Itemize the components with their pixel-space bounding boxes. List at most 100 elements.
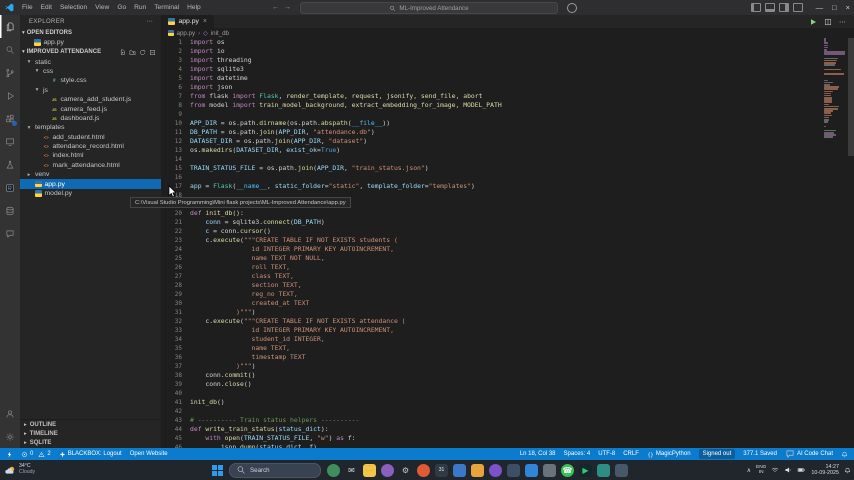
code-line[interactable]: 35 name TEXT,	[161, 344, 820, 353]
start-button[interactable]	[212, 465, 223, 476]
code-line[interactable]: 16	[161, 173, 820, 182]
status-ln-18-col-38[interactable]: Ln 18, Col 38	[520, 451, 556, 457]
taskbar-search[interactable]: Search	[229, 463, 321, 478]
code-line[interactable]: 3import threading	[161, 56, 820, 65]
taskbar-app-dev-tool[interactable]	[543, 464, 556, 477]
activitybar-blackbox-ai-icon[interactable]	[0, 176, 20, 199]
code-line[interactable]: 23 c.execute("""CREATE TABLE IF NOT EXIS…	[161, 236, 820, 245]
taskbar-app-browser[interactable]	[417, 464, 430, 477]
tree-item-camera-feed-js[interactable]: JScamera_feed.js	[20, 104, 161, 113]
code-line[interactable]: 22 c = conn.cursor()	[161, 227, 820, 236]
activitybar-source-control-icon[interactable]	[0, 61, 20, 84]
code-line[interactable]: 42	[161, 407, 820, 416]
code-line[interactable]: 32 c.execute("""CREATE TABLE IF NOT EXIS…	[161, 317, 820, 326]
code-line[interactable]: 12DATASET_DIR = os.path.join(APP_DIR, "d…	[161, 137, 820, 146]
code-line[interactable]: 30 created_at TEXT	[161, 299, 820, 308]
wifi-icon[interactable]	[771, 466, 779, 474]
activitybar-database-icon[interactable]	[0, 199, 20, 222]
activitybar-account-icon[interactable]	[0, 402, 20, 425]
tray-chevron-icon[interactable]: ∧	[747, 467, 751, 474]
sidebar-section-timeline[interactable]: ▸TIMELINE	[20, 429, 161, 438]
tree-item-add-student-html[interactable]: <>add_student.html	[20, 133, 161, 142]
code-line[interactable]: 17app = Flask(__name__, static_folder="s…	[161, 182, 820, 191]
code-line[interactable]: 24 id INTEGER PRIMARY KEY AUTOINCREMENT,	[161, 245, 820, 254]
code-line[interactable]: 8from model import train_model_backgroun…	[161, 101, 820, 110]
taskbar-app-capcut[interactable]	[525, 464, 538, 477]
menu-go[interactable]: Go	[113, 0, 130, 15]
run-python-file-icon[interactable]	[809, 18, 817, 26]
tree-item-app-py[interactable]: app.py	[20, 179, 161, 188]
notification-bell-icon[interactable]	[844, 467, 851, 474]
menu-edit[interactable]: Edit	[37, 0, 56, 15]
code-line[interactable]: 33 id INTEGER PRIMARY KEY AUTOINCREMENT,	[161, 326, 820, 335]
tree-item-templates[interactable]: ▾templates	[20, 123, 161, 132]
code-line[interactable]: 15TRAIN_STATUS_FILE = os.path.join(APP_D…	[161, 164, 820, 173]
sidebar-section-sqlite[interactable]: ▸SQLITE	[20, 439, 161, 448]
tree-item-mark-attendance-html[interactable]: <>mark_attendance.html	[20, 161, 161, 170]
customize-layout-icon[interactable]	[793, 3, 803, 12]
status-ai-code-chat[interactable]: AI Code Chat	[785, 449, 833, 459]
code-line[interactable]: 2import io	[161, 47, 820, 56]
taskbar-app-photos[interactable]	[381, 464, 394, 477]
minimize-button[interactable]: —	[816, 3, 824, 12]
volume-icon[interactable]	[784, 466, 792, 474]
taskbar-app-recorder-app[interactable]	[597, 464, 610, 477]
menu-help[interactable]: Help	[183, 0, 205, 15]
code-line[interactable]: 20def init_db():	[161, 209, 820, 218]
taskbar-app-code-runner[interactable]: ▶	[579, 464, 592, 477]
code-line[interactable]: 31 )""")	[161, 308, 820, 317]
code-line[interactable]: 34 student_id INTEGER,	[161, 335, 820, 344]
taskbar-app-office-app[interactable]	[471, 464, 484, 477]
tree-item-index-html[interactable]: <>index.html	[20, 151, 161, 160]
nav-back-icon[interactable]: ←	[272, 4, 279, 11]
tree-item-dashboard-js[interactable]: JSdashboard.js	[20, 114, 161, 123]
open-website-button[interactable]: Open Website	[130, 451, 168, 457]
toggle-secondary-sidebar-icon[interactable]	[779, 3, 789, 12]
tree-item-style-css[interactable]: #style.css	[20, 76, 161, 85]
code-line[interactable]: 37 )""")	[161, 362, 820, 371]
folder-arrow-icon[interactable]: ▾	[34, 68, 40, 74]
split-editor-icon[interactable]	[824, 18, 832, 26]
tree-item-venv[interactable]: ▸venv	[20, 170, 161, 179]
code-line[interactable]: 27 class TEXT,	[161, 272, 820, 281]
activitybar-chat-icon[interactable]	[0, 222, 20, 245]
new-folder-icon[interactable]	[129, 49, 136, 56]
editor-more-actions-icon[interactable]: ⋯	[839, 18, 846, 26]
code-line[interactable]: 21 conn = sqlite3.connect(DB_PATH)	[161, 218, 820, 227]
code-line[interactable]: 14	[161, 155, 820, 164]
taskbar-app-phone-link[interactable]	[615, 464, 628, 477]
folder-arrow-icon[interactable]: ▾	[34, 87, 40, 93]
tree-item-css[interactable]: ▾css	[20, 67, 161, 76]
code-line[interactable]: 4import sqlite3	[161, 65, 820, 74]
status-spaces-4[interactable]: Spaces: 4	[564, 451, 591, 457]
clock[interactable]: 14:27 10-09-2025	[811, 464, 839, 476]
toggle-sidebar-icon[interactable]	[751, 3, 761, 12]
code-line[interactable]: 45 with open(TRAIN_STATUS_FILE, "w") as …	[161, 434, 820, 443]
menu-terminal[interactable]: Terminal	[150, 0, 183, 15]
close-button[interactable]: ×	[846, 3, 850, 12]
code-line[interactable]: 7from flask import Flask, render_templat…	[161, 92, 820, 101]
code-line[interactable]: 9	[161, 110, 820, 119]
activitybar-search-icon[interactable]	[0, 38, 20, 61]
sidebar-section-outline[interactable]: ▸OUTLINE	[20, 420, 161, 429]
code-line[interactable]: 39 conn.close()	[161, 380, 820, 389]
taskbar-app-calendar[interactable]: 31	[435, 464, 448, 477]
code-line[interactable]: 11DB_PATH = os.path.join(APP_DIR, "atten…	[161, 128, 820, 137]
activitybar-remote-explorer-icon[interactable]	[0, 130, 20, 153]
folder-arrow-icon[interactable]: ▾	[26, 59, 32, 65]
project-folder-header[interactable]: ▾ IMPROVED ATTENDANCE	[20, 47, 161, 57]
activitybar-settings-icon[interactable]	[0, 425, 20, 448]
tree-item-attendance-record-html[interactable]: <>attendance_record.html	[20, 142, 161, 151]
code-line[interactable]: 44def write_train_status(status_dict):	[161, 425, 820, 434]
code-line[interactable]: 41init_db()	[161, 398, 820, 407]
taskbar-app-whatsapp[interactable]: ☎	[561, 464, 574, 477]
code-line[interactable]: 28 section TEXT,	[161, 281, 820, 290]
activitybar-extensions-icon[interactable]	[0, 107, 20, 130]
tab-app-py[interactable]: app.py ×	[161, 15, 214, 28]
folder-arrow-icon[interactable]: ▾	[26, 125, 32, 131]
scrollbar-thumb[interactable]	[848, 38, 854, 156]
explorer-more-icon[interactable]: ⋯	[147, 18, 153, 25]
open-editors-header[interactable]: ▾ OPEN EDITORS	[20, 28, 161, 38]
code-line[interactable]: 1import os	[161, 38, 820, 47]
tree-item-static[interactable]: ▾static	[20, 57, 161, 66]
